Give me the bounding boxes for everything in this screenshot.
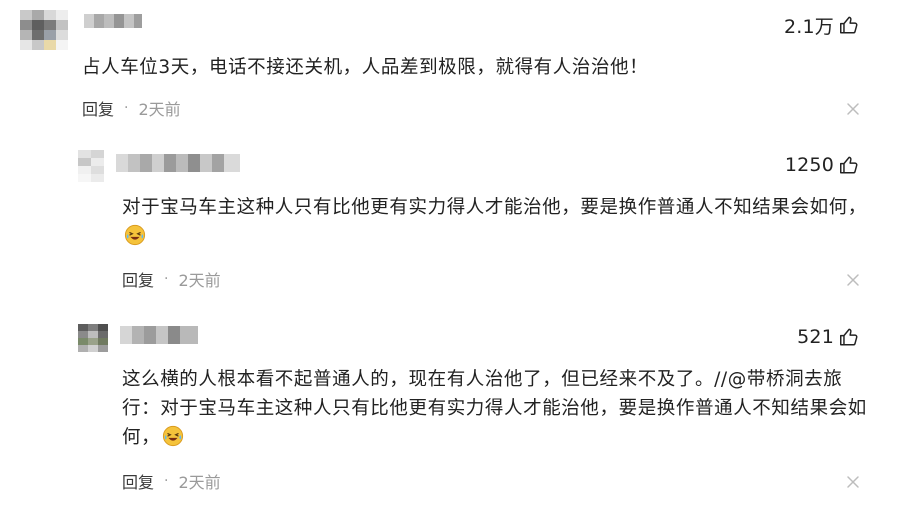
like-count: 1250 (784, 154, 834, 176)
username-blurred[interactable] (116, 154, 240, 172)
timestamp: 2天前 (178, 473, 221, 492)
avatar[interactable] (20, 10, 68, 50)
close-icon[interactable] (846, 475, 860, 489)
like-button[interactable]: 2.1万 (784, 12, 860, 38)
like-button[interactable]: 521 (797, 324, 860, 350)
meta-separator: · (164, 473, 169, 489)
reply-button[interactable]: 回复 (122, 469, 154, 493)
comment-text-content: 对于宝马车主这种人只有比他更有实力得人才能治他，要是换作普通人不知结果会如何， (122, 197, 867, 218)
meta-separator: · (164, 271, 169, 287)
close-icon[interactable] (846, 273, 860, 287)
reply-button[interactable]: 回复 (122, 267, 154, 291)
thumbs-up-icon (840, 16, 858, 34)
meta-separator: · (124, 100, 129, 116)
comment-text: 占人车位3天，电话不接还关机，人品差到极限，就得有人治治他！ (82, 57, 649, 78)
thumbs-up-icon (840, 156, 858, 174)
comment-item: 2.1万 占人车位3天，电话不接还关机，人品差到极限，就得有人治治他！ 回复 ·… (0, 0, 910, 140)
like-count: 521 (797, 326, 834, 348)
like-count: 2.1万 (783, 15, 834, 38)
avatar[interactable] (78, 324, 108, 352)
username-blurred[interactable] (120, 326, 198, 344)
timestamp: 2天前 (138, 100, 181, 119)
close-icon[interactable] (846, 102, 860, 116)
comment-meta: 回复 · 2天前 (82, 97, 181, 119)
username-blurred[interactable] (84, 14, 142, 28)
comment-text: 这么横的人根本看不起普通人的，现在有人治他了，但已经来不及了。//@带桥洞去旅行… (122, 365, 867, 452)
avatar[interactable] (78, 150, 104, 182)
comment-item: 1250 对于宝马车主这种人只有比他更有实力得人才能治他，要是换作普通人不知结果… (0, 140, 910, 310)
laughing-crying-emoji-icon (124, 224, 146, 246)
timestamp: 2天前 (178, 271, 221, 290)
comment-meta: 回复 · 2天前 (122, 470, 221, 492)
laughing-crying-emoji-icon (163, 425, 184, 447)
thumbs-up-icon (840, 328, 858, 346)
like-button[interactable]: 1250 (785, 152, 860, 178)
comment-meta: 回复 · 2天前 (122, 268, 221, 290)
comment-text: 对于宝马车主这种人只有比他更有实力得人才能治他，要是换作普通人不知结果会如何， (122, 193, 867, 251)
comment-text-content: 这么横的人根本看不起普通人的，现在有人治他了，但已经来不及了。//@带桥洞去旅行… (122, 369, 867, 448)
reply-button[interactable]: 回复 (82, 96, 114, 120)
comment-item: 521 这么横的人根本看不起普通人的，现在有人治他了，但已经来不及了。//@带桥… (0, 310, 910, 511)
